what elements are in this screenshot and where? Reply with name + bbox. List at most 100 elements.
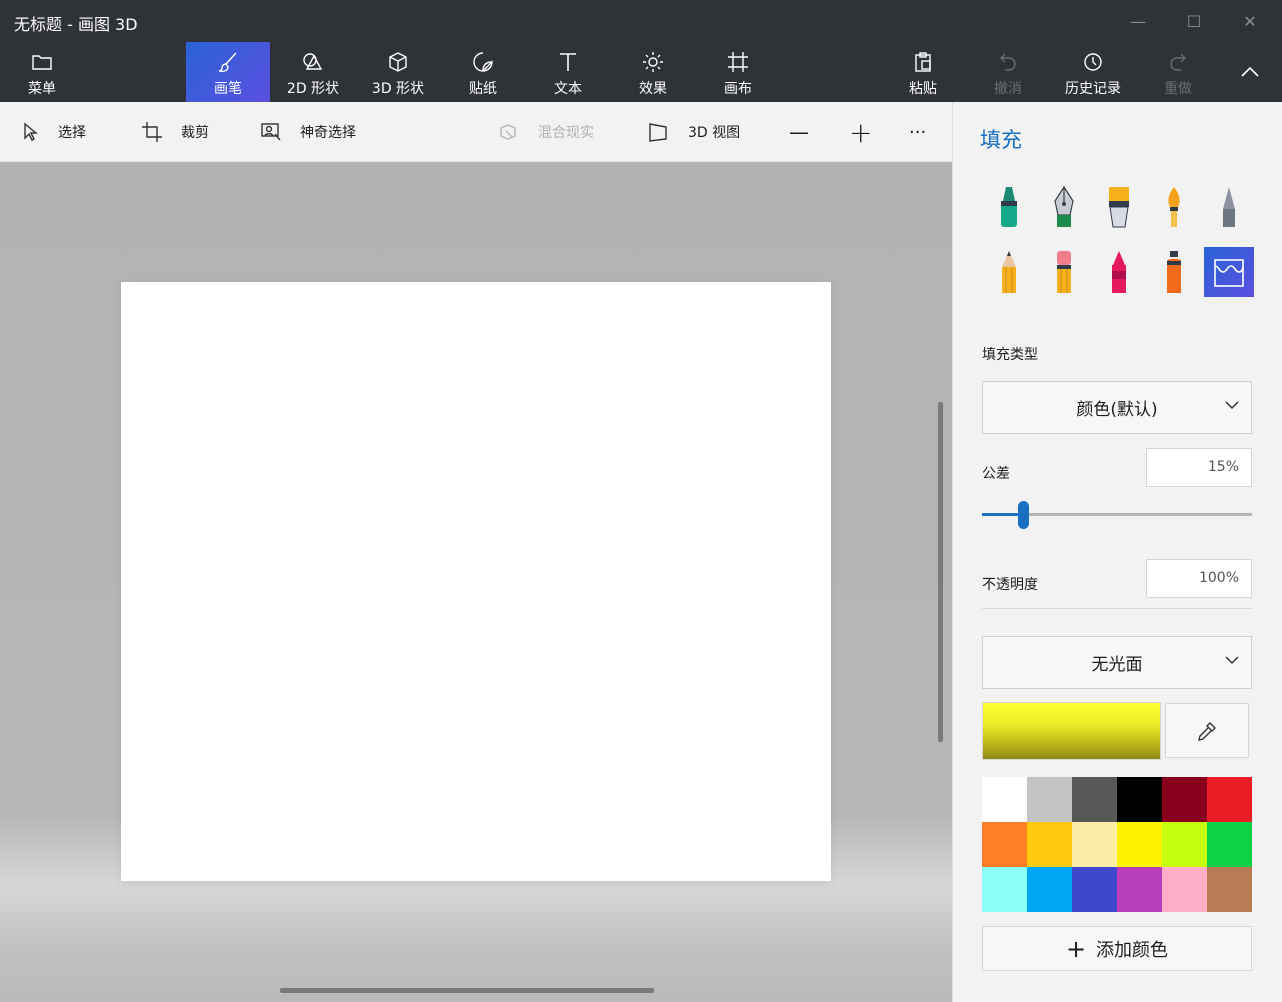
pixel-pen-brush[interactable] [1204,182,1254,232]
tab-3d-shapes[interactable]: 3D 形状 [356,42,440,102]
undo-button[interactable]: 撤消 [966,42,1050,102]
palette-color-swatch[interactable] [1162,867,1207,912]
oil-brush[interactable] [1094,182,1144,232]
tab-canvas[interactable]: 画布 [696,42,780,102]
redo-button[interactable]: 重做 [1136,42,1220,102]
close-button[interactable]: ✕ [1222,0,1278,42]
tab-stickers[interactable]: 贴纸 [441,42,525,102]
finish-value: 无光面 [1091,655,1143,675]
tab-brushes[interactable]: 画笔 [186,42,270,102]
paste-icon [912,48,934,76]
crayon-brush[interactable] [1094,247,1144,297]
text-icon [557,48,579,76]
redo-label: 重做 [1164,81,1192,97]
crop-icon [142,122,162,142]
add-color-label: 添加颜色 [1096,939,1169,961]
select-button[interactable]: 选择 [22,102,86,162]
palette-color-swatch[interactable] [1072,867,1117,912]
menu-button[interactable]: 菜单 [0,42,84,102]
palette-color-swatch[interactable] [1207,777,1252,822]
palette-color-swatch[interactable] [1162,777,1207,822]
history-label: 历史记录 [1065,81,1121,97]
tab-effects[interactable]: 效果 [611,42,695,102]
crop-label: 裁剪 [181,125,209,141]
fill-brush[interactable] [1204,247,1254,297]
sticker-icon [471,48,495,76]
horizontal-scrollbar[interactable] [280,988,654,993]
watercolor-brush[interactable] [1149,182,1199,232]
fill-type-label: 填充类型 [982,347,1038,363]
current-color-swatch[interactable] [982,702,1161,760]
crayon-icon [1112,251,1126,293]
opacity-label: 不透明度 [982,577,1038,593]
palette-color-swatch[interactable] [1117,822,1162,867]
watercolor-icon [1168,187,1180,227]
collapse-ribbon-button[interactable] [1222,42,1278,102]
paste-label: 粘贴 [909,81,937,97]
tab-label: 画笔 [214,81,242,97]
toolbar: 选择 裁剪 神奇选择 混合现实 3D 视图 — + ··· [0,102,952,162]
3d-shapes-icon [386,48,410,76]
pencil-brush[interactable] [984,247,1034,297]
paste-button[interactable]: 粘贴 [881,42,965,102]
chevron-down-icon [1223,396,1241,419]
palette-color-swatch[interactable] [1207,867,1252,912]
marker-icon [1001,187,1017,227]
tab-label: 效果 [639,81,667,97]
palette-color-swatch[interactable] [1117,867,1162,912]
palette-color-swatch[interactable] [1027,777,1072,822]
spray-can-brush[interactable] [1149,247,1199,297]
palette-color-swatch[interactable] [982,777,1027,822]
tab-text[interactable]: 文本 [526,42,610,102]
ribbon: 菜单 画笔 2D 形状 3D 形状 贴纸 文本 效果 画布 粘贴 撤消 历史记录… [0,42,1282,102]
window-title: 无标题 - 画图 3D [14,15,138,34]
2d-shapes-icon [300,48,326,76]
maximize-button[interactable]: ☐ [1166,0,1222,42]
calligraphy-pen-brush[interactable] [1039,182,1089,232]
brush-panel: 填充 填充类型 颜色(默认) 公差 15% 不透明度 100% 无光面 + 添加… [952,102,1282,1002]
3d-view-label: 3D 视图 [688,125,741,141]
eyedropper-icon [1198,721,1216,741]
tolerance-slider-thumb[interactable] [1018,501,1029,529]
fill-type-dropdown[interactable]: 颜色(默认) [982,381,1252,434]
palette-color-swatch[interactable] [982,822,1027,867]
zoom-in-button[interactable]: + [849,102,872,162]
eyedropper-button[interactable] [1165,703,1249,758]
palette-color-swatch[interactable] [1072,777,1117,822]
eraser-icon [1057,251,1071,293]
history-button[interactable]: 历史记录 [1051,42,1135,102]
palette-color-swatch[interactable] [982,867,1027,912]
finish-dropdown[interactable]: 无光面 [982,636,1252,689]
vertical-scrollbar[interactable] [938,402,943,742]
palette-color-swatch[interactable] [1162,822,1207,867]
palette-color-swatch[interactable] [1117,777,1162,822]
palette-color-swatch[interactable] [1072,822,1117,867]
mixed-reality-button[interactable]: 混合现实 [498,102,594,162]
fill-type-value: 颜色(默认) [1076,400,1158,420]
palette-color-swatch[interactable] [1207,822,1252,867]
zoom-out-button[interactable]: — [789,102,809,162]
magic-select-button[interactable]: 神奇选择 [260,102,356,162]
more-options-button[interactable]: ··· [909,102,926,162]
drawing-canvas[interactable] [121,282,831,881]
palette-color-swatch[interactable] [1027,822,1072,867]
opacity-input[interactable]: 100% [1146,559,1252,598]
add-color-button[interactable]: + 添加颜色 [982,926,1252,971]
minimize-button[interactable]: — [1110,0,1166,42]
tolerance-input[interactable]: 15% [1146,448,1252,487]
tab-label: 贴纸 [469,81,497,97]
chevron-down-icon [1223,651,1241,674]
crop-button[interactable]: 裁剪 [141,102,209,162]
folder-icon [31,48,53,76]
tab-2d-shapes[interactable]: 2D 形状 [271,42,355,102]
cursor-icon [24,122,38,141]
mixed-reality-label: 混合现实 [538,125,594,141]
eraser-brush[interactable] [1039,247,1089,297]
palette-color-swatch[interactable] [1027,867,1072,912]
pixel-pen-icon [1223,187,1235,227]
color-palette [982,777,1252,912]
marker-brush[interactable] [984,182,1034,232]
3d-view-button[interactable]: 3D 视图 [648,102,740,162]
plus-icon: + [1065,934,1087,963]
brush-icon [216,48,240,76]
